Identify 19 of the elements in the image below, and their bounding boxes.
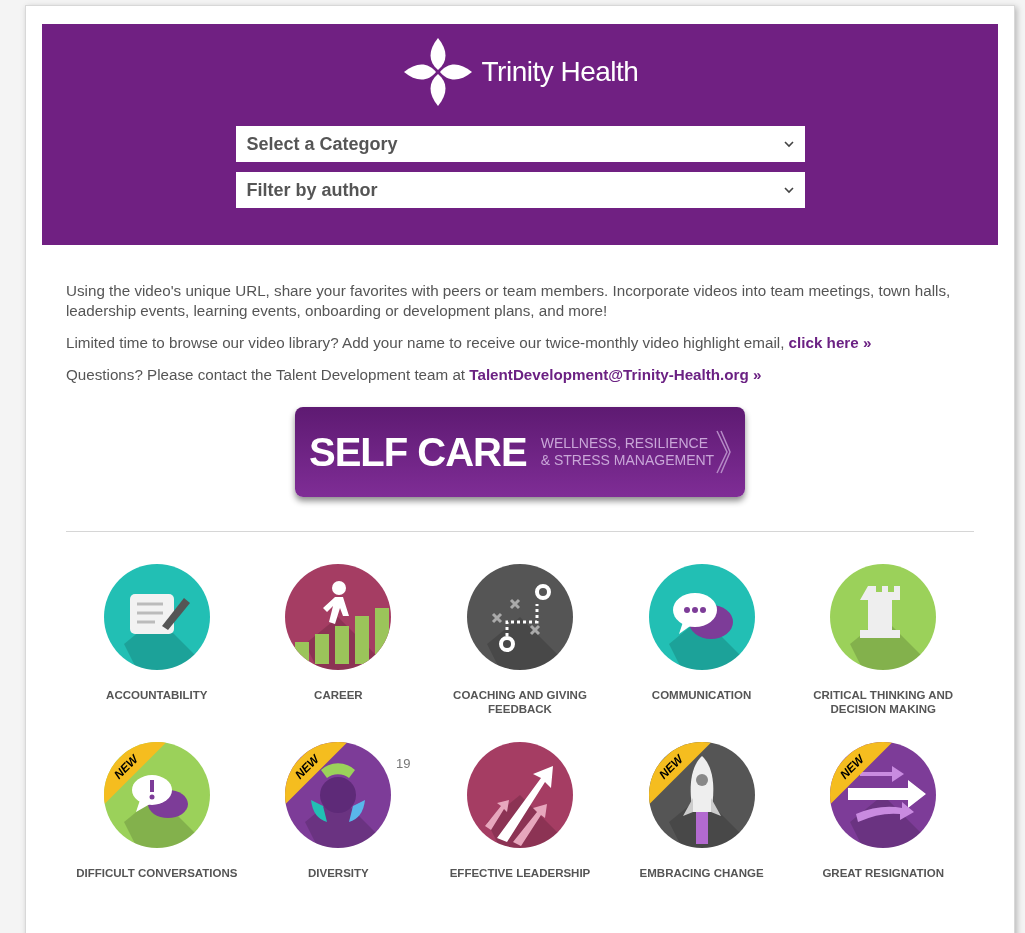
logo-text: Trinity Health — [481, 55, 639, 89]
category-link[interactable]: CRITICAL THINKING AND DECISION MAKING — [798, 688, 969, 716]
category-link[interactable]: CAREER — [314, 688, 363, 702]
category-link[interactable]: ACCOUNTABILITY — [106, 688, 208, 702]
intro-paragraph: Using the video's unique URL, share your favorites with peers or team members. Incorporate videos into team meetings, town halls, leadership events, learning events, onboarding or development plans, and more! — [66, 281, 952, 321]
category-link[interactable]: EMBRACING CHANGE — [639, 866, 764, 880]
dropdown[interactable]: Filter by author — [235, 172, 805, 208]
category-link[interactable]: GREAT RESIGNATION — [822, 866, 944, 880]
category-link[interactable]: COMMUNICATION — [651, 688, 752, 702]
page-number: 19 — [396, 755, 411, 773]
dropdown[interactable]: Select a Category — [235, 126, 805, 162]
category-link[interactable]: DIVERSITY — [308, 866, 369, 880]
category-link[interactable]: EFFECTIVE LEADERSHIP — [449, 866, 591, 880]
category-link[interactable]: COACHING AND GIVING FEEDBACK — [435, 688, 605, 716]
category-link[interactable]: DIFFICULT CONVERSATIONS — [76, 866, 238, 880]
intro-paragraph: Limited time to browse our video library? Add your name to receive our twice-monthly video highlight email, click here » — [66, 333, 873, 353]
intro-paragraph: Questions? Please contact the Talent Development team at TalentDevelopment@Trinity-Health.org » — [66, 365, 763, 385]
link[interactable]: TalentDevelopment@Trinity-Health.org » — [469, 366, 762, 383]
link[interactable]: click here » — [788, 334, 872, 351]
